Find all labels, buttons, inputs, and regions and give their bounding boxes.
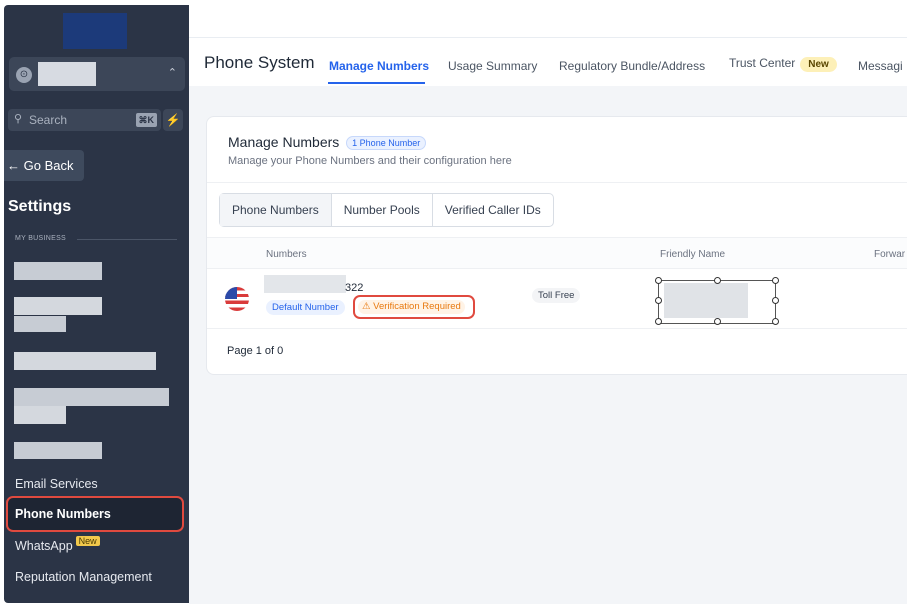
main-content: Phone System Manage Numbers Usage Summar… bbox=[189, 38, 907, 604]
settings-heading: Settings bbox=[8, 198, 72, 215]
tab-trust-center[interactable]: Trust Center New bbox=[729, 56, 837, 72]
divider bbox=[207, 182, 907, 183]
section-label-my-business: MY BUSINESS bbox=[15, 235, 67, 242]
top-bar bbox=[189, 5, 907, 38]
new-badge: New bbox=[800, 57, 837, 72]
friendly-name-redacted bbox=[664, 283, 748, 318]
go-back-button[interactable]: ← Go Back bbox=[4, 150, 84, 181]
tab-manage-numbers[interactable]: Manage Numbers bbox=[329, 59, 429, 73]
resize-handle[interactable] bbox=[772, 297, 779, 304]
phone-number-suffix: 322 bbox=[345, 282, 364, 294]
card-subtitle: Manage your Phone Numbers and their conf… bbox=[228, 155, 512, 167]
card-title-text: Manage Numbers bbox=[228, 134, 340, 150]
us-flag-icon bbox=[225, 287, 249, 311]
status-text: Verification Required bbox=[373, 301, 461, 312]
search-placeholder: Search bbox=[29, 113, 68, 127]
warning-icon: ⚠ bbox=[362, 301, 374, 312]
sidebar-item-redacted[interactable] bbox=[14, 352, 156, 370]
subtab-phone-numbers[interactable]: Phone Numbers bbox=[220, 194, 332, 226]
app-window: ⊙ ⌃ ⚲ Search ⌘K ⚡ ← Go Back Settings MY … bbox=[0, 0, 907, 604]
tab-label: Trust Center bbox=[729, 56, 796, 70]
keyboard-shortcut-badge: ⌘K bbox=[135, 113, 157, 127]
subtab-verified-caller-ids[interactable]: Verified Caller IDs bbox=[433, 194, 553, 226]
sidebar-item-phone-numbers[interactable]: Phone Numbers bbox=[6, 496, 184, 532]
new-badge: New bbox=[75, 536, 100, 546]
friendly-name-field[interactable] bbox=[655, 277, 779, 325]
account-name-redacted bbox=[38, 62, 96, 86]
resize-handle[interactable] bbox=[655, 318, 662, 325]
number-type-badge: Toll Free bbox=[532, 288, 581, 303]
page-header: Phone System Manage Numbers Usage Summar… bbox=[189, 38, 907, 86]
sidebar-item-redacted[interactable] bbox=[14, 316, 66, 332]
search-input[interactable]: ⚲ Search ⌘K bbox=[8, 109, 161, 131]
sidebar-item-whatsapp[interactable]: WhatsApp New bbox=[15, 536, 100, 553]
sidebar-item-redacted[interactable] bbox=[14, 297, 102, 315]
table-header: Numbers Friendly Name Forwar bbox=[207, 237, 907, 269]
sidebar-item-email-services[interactable]: Email Services bbox=[15, 477, 98, 491]
card-title: Manage Numbers 1 Phone Number bbox=[228, 134, 427, 151]
resize-handle[interactable] bbox=[655, 297, 662, 304]
resize-handle[interactable] bbox=[714, 277, 721, 284]
company-logo[interactable] bbox=[63, 13, 127, 49]
section-divider bbox=[77, 239, 177, 240]
account-switcher[interactable]: ⊙ ⌃ bbox=[9, 57, 185, 91]
column-header-numbers: Numbers bbox=[266, 249, 307, 260]
tab-messaging[interactable]: Messagi bbox=[858, 59, 903, 73]
lightning-icon: ⚡ bbox=[165, 113, 181, 127]
phone-number-redacted bbox=[264, 275, 346, 293]
quick-actions-button[interactable]: ⚡ bbox=[163, 109, 183, 131]
page-title: Phone System bbox=[204, 53, 315, 72]
sidebar-item-redacted[interactable] bbox=[14, 262, 102, 280]
location-icon: ⊙ bbox=[16, 67, 32, 83]
phone-number-count-badge: 1 Phone Number bbox=[346, 136, 427, 150]
sidebar-item-redacted[interactable] bbox=[14, 388, 169, 406]
resize-handle[interactable] bbox=[655, 277, 662, 284]
subtab-group: Phone Numbers Number Pools Verified Call… bbox=[219, 193, 554, 227]
sidebar: ⊙ ⌃ ⚲ Search ⌘K ⚡ ← Go Back Settings MY … bbox=[4, 5, 189, 603]
column-header-forwarding: Forwar bbox=[874, 249, 906, 260]
active-tab-indicator bbox=[328, 82, 425, 84]
chevron-updown-icon: ⌃ bbox=[167, 67, 177, 79]
resize-handle[interactable] bbox=[772, 318, 779, 325]
default-number-badge: Default Number bbox=[266, 300, 345, 315]
resize-handle[interactable] bbox=[772, 277, 779, 284]
sidebar-item-label: Phone Numbers bbox=[15, 507, 111, 521]
manage-numbers-card: Manage Numbers 1 Phone Number Manage you… bbox=[206, 116, 907, 375]
verification-required-badge[interactable]: ⚠ Verification Required bbox=[358, 300, 465, 314]
tab-usage-summary[interactable]: Usage Summary bbox=[448, 59, 537, 73]
sidebar-item-reputation-management[interactable]: Reputation Management bbox=[15, 570, 152, 584]
verification-highlight: ⚠ Verification Required bbox=[353, 295, 475, 319]
sidebar-item-redacted[interactable] bbox=[14, 442, 102, 459]
sidebar-item-redacted[interactable] bbox=[14, 406, 66, 424]
sidebar-item-label: WhatsApp bbox=[15, 539, 73, 553]
resize-handle[interactable] bbox=[714, 318, 721, 325]
column-header-friendly-name: Friendly Name bbox=[660, 249, 726, 260]
tab-regulatory-bundle[interactable]: Regulatory Bundle/Address bbox=[559, 59, 705, 73]
subtab-number-pools[interactable]: Number Pools bbox=[332, 194, 433, 226]
search-icon: ⚲ bbox=[14, 113, 23, 125]
table-row[interactable]: 322 Default Number ⚠ Verification Requir… bbox=[207, 269, 907, 329]
pagination-text: Page 1 of 0 bbox=[227, 345, 284, 357]
